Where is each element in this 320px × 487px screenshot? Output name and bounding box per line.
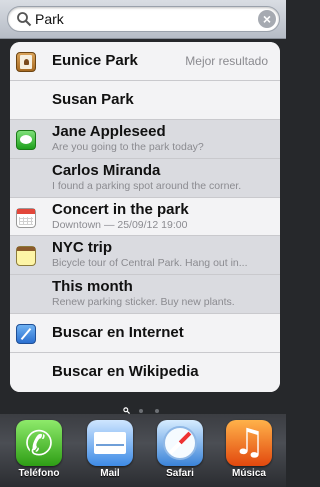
result-title: Concert in the park — [52, 200, 189, 218]
result-subtitle: I found a parking spot around the corner… — [52, 179, 242, 192]
result-title: Buscar en Internet — [52, 324, 184, 342]
app-label: Teléfono — [18, 468, 60, 479]
calendar-icon — [16, 207, 36, 228]
search-results: Eunice Park Mejor resultado Susan Park J… — [10, 42, 280, 392]
result-row[interactable]: Concert in the park Downtown — 25/09/12 … — [10, 197, 280, 237]
result-row[interactable]: Susan Park — [10, 80, 280, 120]
result-row[interactable]: Jane Appleseed Are you going to the park… — [10, 119, 280, 159]
search-icon — [17, 12, 32, 27]
safari-icon — [157, 420, 203, 466]
app-label: Mail — [100, 468, 120, 479]
result-subtitle: Are you going to the park today? — [52, 140, 204, 153]
page-dot — [138, 408, 143, 413]
result-title: Susan Park — [52, 90, 134, 108]
result-subtitle: Bicycle tour of Central Park. Hang out i… — [52, 257, 248, 270]
app-label: Música — [232, 468, 266, 479]
result-title: Buscar en Wikipedia — [52, 363, 199, 381]
result-row[interactable]: Carlos Miranda I found a parking spot ar… — [10, 158, 280, 198]
result-row[interactable]: Eunice Park Mejor resultado — [10, 42, 280, 81]
result-subtitle: Renew parking sticker. Buy new plants. — [52, 296, 235, 309]
page-indicator[interactable] — [0, 402, 286, 415]
mail-icon — [87, 420, 133, 466]
result-title: NYC trip — [52, 239, 112, 257]
result-row[interactable]: Buscar en Wikipedia — [10, 353, 280, 392]
dock-app-safari[interactable]: Safari — [155, 420, 205, 484]
result-title: Eunice Park — [52, 52, 138, 69]
search-bar: × — [0, 0, 286, 39]
result-title: Carlos Miranda — [52, 161, 161, 179]
app-label: Safari — [166, 468, 194, 479]
result-subtitle: Downtown — 25/09/12 19:00 — [52, 218, 188, 231]
clear-icon[interactable]: × — [258, 10, 276, 28]
search-input[interactable] — [35, 11, 235, 27]
page-dot — [154, 408, 159, 413]
dock-app-music[interactable]: Música — [224, 420, 274, 484]
messages-icon — [16, 129, 36, 150]
result-row[interactable]: This month Renew parking sticker. Buy ne… — [10, 275, 280, 315]
contacts-icon — [16, 52, 36, 72]
result-title: This month — [52, 278, 133, 296]
safari-icon — [16, 324, 36, 345]
notes-icon — [16, 246, 36, 267]
result-row[interactable]: NYC trip Bicycle tour of Central Park. H… — [10, 236, 280, 276]
search-field[interactable]: × — [7, 6, 280, 32]
result-title: Jane Appleseed — [52, 122, 166, 140]
music-icon — [226, 420, 272, 466]
dock: Teléfono Mail Safari Música — [0, 414, 286, 487]
top-hit-badge: Mejor resultado — [185, 54, 268, 68]
result-row[interactable]: Buscar en Internet — [10, 314, 280, 354]
dock-app-mail[interactable]: Mail — [85, 420, 135, 484]
dock-app-phone[interactable]: Teléfono — [14, 420, 64, 484]
phone-icon — [16, 420, 62, 466]
